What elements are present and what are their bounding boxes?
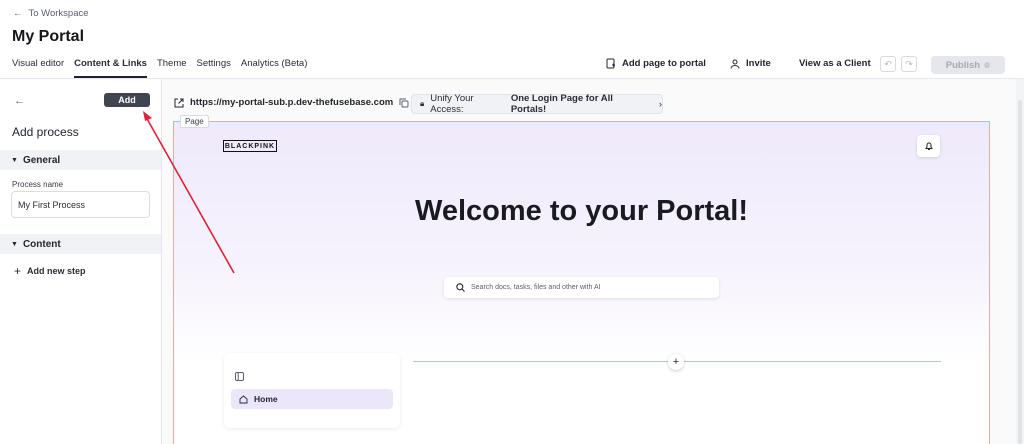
unify-bold-text: One Login Page for All Portals!: [510, 93, 613, 115]
tab-visual-editor[interactable]: Visual editor: [12, 58, 64, 78]
unify-prefix: Unify Your Access:: [430, 93, 474, 115]
portal-url-text: https://my-portal-sub.p.dev-thefusebase.…: [190, 97, 394, 108]
tab-content-links[interactable]: Content & Links: [74, 58, 147, 78]
section-content[interactable]: ▼ Content: [0, 234, 161, 254]
add-block-button[interactable]: +: [668, 354, 684, 370]
add-new-step-button[interactable]: + Add new step: [14, 264, 86, 278]
add-page-label: Add page to portal: [622, 58, 706, 69]
arrow-left-icon: ←: [13, 8, 23, 19]
redo-icon: ↷: [905, 58, 913, 69]
home-label: Home: [254, 394, 278, 404]
chevron-right-icon: ›: [658, 98, 662, 110]
add-page-icon: [606, 58, 615, 69]
redo-button[interactable]: ↷: [901, 56, 917, 72]
section-content-label: Content: [22, 238, 61, 250]
publish-button[interactable]: Publish ◍: [931, 56, 1005, 74]
search-icon: [456, 283, 465, 292]
add-button[interactable]: Add: [104, 93, 150, 107]
notifications-button[interactable]: [917, 135, 940, 157]
publish-status-icon: ◍: [984, 62, 991, 69]
copy-icon[interactable]: [399, 98, 409, 108]
caret-down-icon: ▼: [11, 156, 18, 164]
search-bar[interactable]: Search docs, tasks, files and other with…: [444, 277, 719, 298]
welcome-heading: Welcome to your Portal!: [414, 195, 749, 227]
sidebar-toggle-icon[interactable]: [235, 368, 244, 386]
back-to-workspace-link[interactable]: ← To Workspace: [13, 8, 89, 19]
add-page-button[interactable]: Add page to portal: [606, 58, 706, 69]
tab-settings[interactable]: Settings: [197, 58, 231, 78]
undo-icon: ↶: [884, 58, 892, 69]
process-name-input[interactable]: [11, 191, 150, 218]
section-general[interactable]: ▼ General: [0, 150, 161, 170]
process-name-label: Process name: [12, 180, 64, 189]
view-as-client-button[interactable]: View as a Client: [799, 58, 871, 69]
home-icon: [239, 394, 248, 403]
view-as-client-label: View as a Client: [799, 58, 871, 69]
tab-theme[interactable]: Theme: [157, 58, 187, 78]
portal-logo: BLACKPINK: [223, 140, 277, 152]
undo-button[interactable]: ↶: [880, 56, 896, 72]
section-general-label: General: [22, 154, 61, 166]
scrollbar-thumb[interactable]: [1018, 100, 1022, 444]
external-link-icon: [174, 98, 184, 107]
page-title: My Portal: [12, 28, 85, 45]
plus-icon: +: [14, 264, 22, 278]
arrow-left-icon: ←: [14, 95, 25, 107]
page-tag: Page: [180, 115, 209, 128]
tab-bar: Visual editor Content & Links Theme Sett…: [12, 58, 307, 78]
panel-back-button[interactable]: ←: [14, 95, 25, 107]
publish-label: Publish: [945, 59, 981, 71]
portal-url[interactable]: https://my-portal-sub.p.dev-thefusebase.…: [174, 97, 409, 108]
back-link-label: To Workspace: [28, 8, 89, 19]
nav-item-home[interactable]: Home: [231, 389, 393, 409]
bell-icon: [924, 142, 933, 150]
invite-label: Invite: [746, 58, 771, 69]
tab-analytics[interactable]: Analytics (Beta): [241, 58, 308, 78]
lock-icon: 🔒︎: [420, 99, 425, 108]
plus-icon: +: [672, 356, 680, 368]
caret-down-icon: ▼: [11, 240, 18, 248]
user-icon: [730, 59, 740, 69]
invite-button[interactable]: Invite: [730, 58, 771, 69]
search-placeholder: Search docs, tasks, files and other with…: [471, 284, 601, 291]
unify-access-banner[interactable]: 🔒︎ Unify Your Access: One Login Page for…: [411, 93, 663, 115]
add-step-label: Add new step: [27, 266, 86, 276]
panel-title: Add process: [12, 125, 79, 139]
